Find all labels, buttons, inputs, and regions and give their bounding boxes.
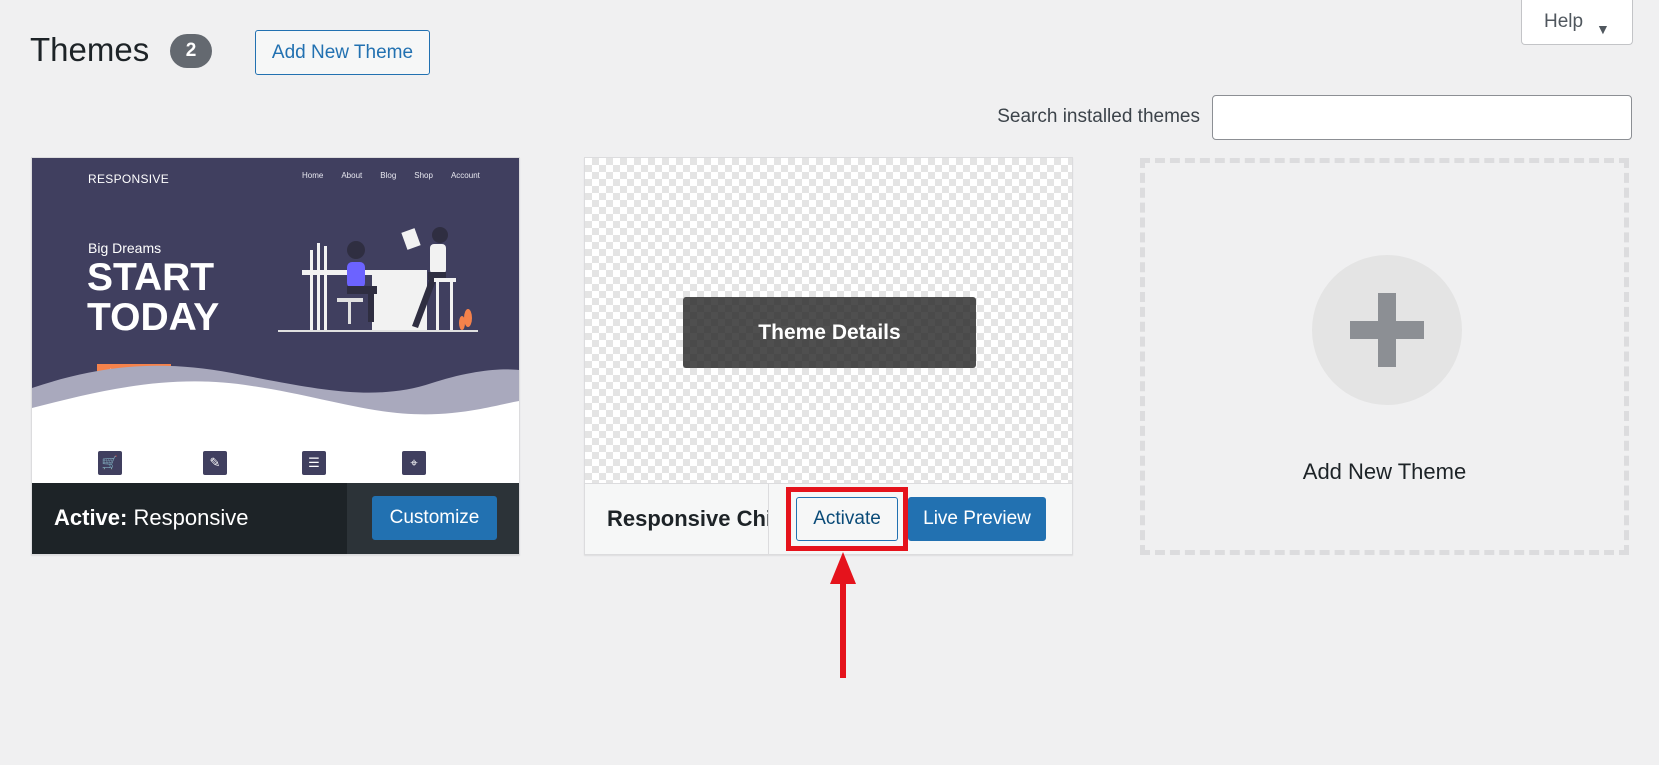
theme-card-responsive-child[interactable]: Theme Details Responsive Child Activate … <box>584 157 1073 555</box>
theme-screenshot[interactable]: Theme Details <box>585 158 1072 483</box>
add-new-theme-button[interactable]: Add New Theme <box>255 30 430 75</box>
search-label: Search installed themes <box>997 106 1200 127</box>
plus-icon <box>1312 255 1462 405</box>
cart-icon: 🛒 <box>98 451 122 475</box>
theme-details-button[interactable]: Theme Details <box>683 297 976 368</box>
theme-name: Responsive <box>133 505 249 530</box>
arrow-up-icon <box>830 552 856 678</box>
caret-down-icon: ▼ <box>1596 21 1610 37</box>
annotation-highlight-box <box>786 487 908 551</box>
live-preview-button[interactable]: Live Preview <box>908 497 1046 541</box>
active-prefix: Active: <box>54 505 128 530</box>
theme-card-footer: Active: Responsive Customize <box>32 483 519 554</box>
active-theme-name: Active: Responsive <box>54 505 248 531</box>
help-label: Help <box>1544 11 1584 32</box>
customize-button[interactable]: Customize <box>372 496 497 540</box>
theme-card-footer: Responsive Child Activate Live Preview <box>585 483 1072 554</box>
page-title: Themes <box>30 31 150 68</box>
pencil-icon: ✎ <box>203 451 227 475</box>
elementor-icon: ☰ <box>302 451 326 475</box>
theme-count-badge: 2 <box>170 34 212 68</box>
add-new-theme-label: Add New Theme <box>1302 459 1467 484</box>
help-button[interactable]: Help ▼ <box>1521 0 1633 45</box>
location-pin-icon: ⌖ <box>402 451 426 475</box>
search-input[interactable] <box>1212 95 1632 140</box>
add-new-theme-card[interactable]: Add New Theme <box>1140 158 1629 555</box>
preview-illustration <box>32 227 519 483</box>
theme-name: Responsive Child <box>607 506 775 531</box>
theme-card-responsive[interactable]: RESPONSIVE Home About Blog Shop Account … <box>31 157 520 555</box>
theme-screenshot[interactable]: RESPONSIVE Home About Blog Shop Account … <box>32 158 519 483</box>
